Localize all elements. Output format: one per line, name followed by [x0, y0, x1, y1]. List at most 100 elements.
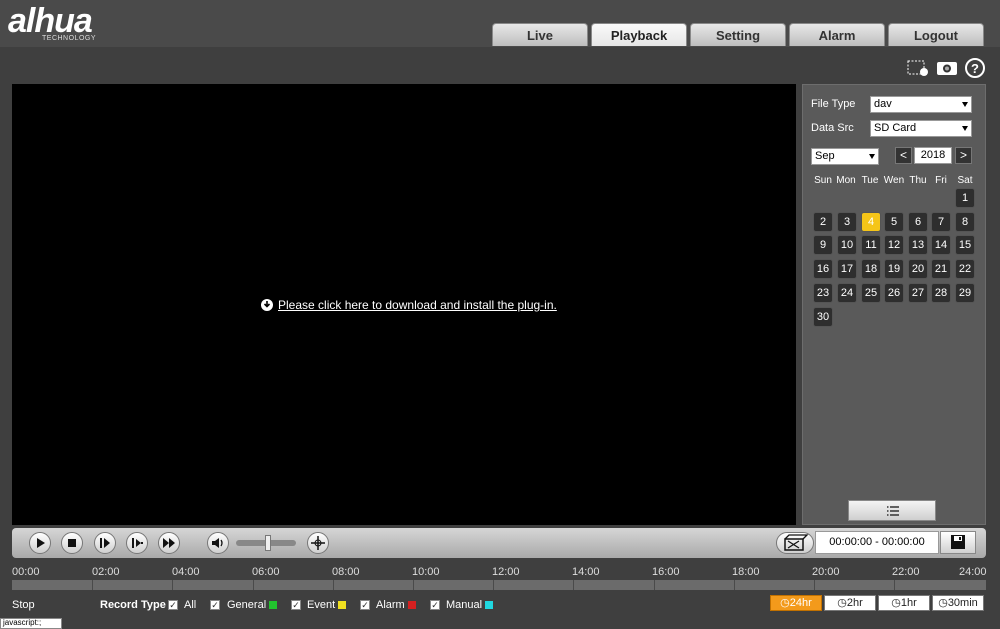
- calendar-day-20[interactable]: 20: [908, 259, 928, 279]
- file-type-label: File Type: [811, 98, 856, 110]
- calendar-day-2[interactable]: 2: [813, 212, 833, 232]
- timeline-tick-label: 02:00: [92, 566, 120, 578]
- chevron-down-icon: [869, 154, 875, 159]
- tab-live[interactable]: Live: [492, 23, 588, 46]
- calendar-day-16[interactable]: 16: [813, 259, 833, 279]
- manual-color-swatch: [485, 601, 493, 609]
- frame-icon: [132, 538, 143, 548]
- calendar-day-3[interactable]: 3: [837, 212, 857, 232]
- digital-zoom-button[interactable]: [307, 532, 329, 554]
- zoom-30min-button[interactable]: ◷30min: [932, 595, 984, 611]
- timeline-divider: [413, 580, 414, 590]
- calendar-day-4[interactable]: 4: [861, 212, 881, 232]
- logo-subtitle: TECHNOLOGY: [42, 35, 97, 42]
- calendar-day-24[interactable]: 24: [837, 283, 857, 303]
- calendar-day-9[interactable]: 9: [813, 235, 833, 255]
- tab-logout[interactable]: Logout: [888, 23, 984, 46]
- calendar-day-30[interactable]: 30: [813, 307, 833, 327]
- list-icon: [887, 506, 899, 516]
- calendar-day-22[interactable]: 22: [955, 259, 975, 279]
- data-src-label: Data Src: [811, 122, 854, 134]
- weekday-wen: Wen: [883, 175, 905, 186]
- record-type-alarm: Alarm: [376, 599, 405, 611]
- stop-icon: [68, 539, 76, 547]
- frame-step-button[interactable]: [126, 532, 148, 554]
- zoom-2hr-label: 2hr: [846, 597, 863, 609]
- save-clip-button[interactable]: [940, 531, 976, 554]
- step-icon: [100, 538, 110, 548]
- help-icon[interactable]: ?: [965, 58, 987, 78]
- tab-setting[interactable]: Setting: [690, 23, 786, 46]
- record-type-event: Event: [307, 599, 336, 611]
- calendar-day-12[interactable]: 12: [884, 235, 904, 255]
- checkbox-event[interactable]: ✓: [291, 600, 301, 610]
- calendar-day-11[interactable]: 11: [861, 235, 881, 255]
- next-year-button[interactable]: >: [955, 147, 972, 164]
- volume-button[interactable]: [207, 532, 229, 554]
- calendar-day-23[interactable]: 23: [813, 283, 833, 303]
- timeline-tick-label: 00:00: [12, 566, 40, 578]
- timeline-tick-label: 12:00: [492, 566, 520, 578]
- calendar-day-13[interactable]: 13: [908, 235, 928, 255]
- record-type-label: Record Type: [100, 599, 166, 611]
- fullscreen-icon[interactable]: [907, 59, 929, 77]
- calendar-day-8[interactable]: 8: [955, 212, 975, 232]
- zoom-icon: [311, 536, 325, 550]
- tab-alarm[interactable]: Alarm: [789, 23, 885, 46]
- calendar-day-19[interactable]: 19: [884, 259, 904, 279]
- record-type-general: General: [227, 599, 267, 611]
- record-type-all: All: [184, 599, 197, 611]
- year-field[interactable]: 2018: [914, 147, 952, 164]
- calendar-day-29[interactable]: 29: [955, 283, 975, 303]
- download-icon[interactable]: [261, 299, 273, 311]
- calendar-day-15[interactable]: 15: [955, 235, 975, 255]
- month-select[interactable]: Sep: [811, 148, 879, 165]
- checkbox-alarm[interactable]: ✓: [360, 600, 370, 610]
- timeline-bar[interactable]: [12, 580, 986, 590]
- calendar-day-17[interactable]: 17: [837, 259, 857, 279]
- weekday-thu: Thu: [909, 175, 927, 186]
- calendar-day-18[interactable]: 18: [861, 259, 881, 279]
- play-button[interactable]: [29, 532, 51, 554]
- calendar-day-28[interactable]: 28: [931, 283, 951, 303]
- timeline-divider: [894, 580, 896, 590]
- checkbox-manual[interactable]: ✓: [430, 600, 440, 610]
- plugin-download-link[interactable]: Please click here to download and instal…: [278, 298, 557, 312]
- timeline-tick-label: 18:00: [732, 566, 760, 578]
- timeline-tick-label: 06:00: [252, 566, 280, 578]
- zoom-1hr-button[interactable]: ◷1hr: [878, 595, 930, 611]
- calendar-day-25[interactable]: 25: [861, 283, 881, 303]
- snapshot-icon[interactable]: [936, 59, 958, 77]
- tab-playback[interactable]: Playback: [591, 23, 687, 46]
- timeline-tick-label: 24:00: [959, 566, 987, 578]
- clip-button[interactable]: [776, 532, 814, 554]
- checkbox-general[interactable]: ✓: [210, 600, 220, 610]
- chevron-down-icon: [962, 102, 968, 107]
- stop-button[interactable]: [61, 532, 83, 554]
- calendar-day-27[interactable]: 27: [908, 283, 928, 303]
- calendar-day-5[interactable]: 5: [884, 212, 904, 232]
- file-type-select[interactable]: dav: [870, 96, 972, 113]
- calendar-day-1[interactable]: 1: [955, 188, 975, 208]
- month-value: Sep: [815, 150, 835, 162]
- weekday-sat: Sat: [957, 175, 973, 186]
- zoom-2hr-button[interactable]: ◷2hr: [824, 595, 876, 611]
- clip-time-range[interactable]: 00:00:00 - 00:00:00: [815, 531, 939, 554]
- zoom-24hr-button[interactable]: ◷24hr: [770, 595, 822, 611]
- fast-forward-button[interactable]: [158, 532, 180, 554]
- calendar-day-21[interactable]: 21: [931, 259, 951, 279]
- data-src-select[interactable]: SD Card: [870, 120, 972, 137]
- timeline-divider: [733, 580, 735, 590]
- calendar-day-10[interactable]: 10: [837, 235, 857, 255]
- calendar-day-6[interactable]: 6: [908, 212, 928, 232]
- prev-year-button[interactable]: <: [895, 147, 912, 164]
- file-list-button[interactable]: [848, 500, 936, 521]
- slow-play-button[interactable]: [94, 532, 116, 554]
- checkbox-all[interactable]: ✓: [168, 600, 178, 610]
- calendar-day-7[interactable]: 7: [931, 212, 951, 232]
- calendar-day-26[interactable]: 26: [884, 283, 904, 303]
- calendar-day-14[interactable]: 14: [931, 235, 951, 255]
- volume-slider-handle[interactable]: [265, 535, 271, 551]
- timeline-tick-label: 20:00: [812, 566, 840, 578]
- play-icon: [37, 538, 45, 548]
